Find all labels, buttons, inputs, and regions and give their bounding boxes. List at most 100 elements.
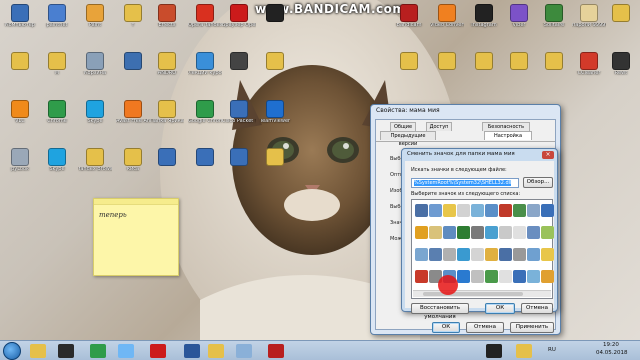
- desktop-icon[interactable]: [392, 52, 426, 90]
- restore-defaults-button[interactable]: Восстановить умолчания: [411, 303, 469, 320]
- icon-choice[interactable]: [457, 226, 470, 239]
- icon-choice[interactable]: [499, 270, 512, 283]
- desktop-icon[interactable]: [150, 148, 184, 186]
- desktop-icon[interactable]: [3, 52, 37, 90]
- icon-choice[interactable]: [471, 248, 484, 261]
- icon-choice[interactable]: [541, 270, 554, 283]
- tab-general[interactable]: Общие: [390, 122, 416, 131]
- desktop-icon[interactable]: Корзина: [78, 52, 112, 90]
- icon-choice[interactable]: [499, 204, 512, 217]
- desktop-icon[interactable]: [188, 148, 222, 186]
- desktop-icon[interactable]: Avast Free Antivirus: [116, 100, 150, 138]
- icon-choice[interactable]: [527, 248, 540, 261]
- desktop-icon[interactable]: CCleaner: [572, 52, 606, 90]
- desktop-icon[interactable]: TeamViewer: [258, 100, 292, 138]
- tab-security[interactable]: Безопасность: [482, 122, 530, 131]
- icon-choice[interactable]: [429, 226, 442, 239]
- icon-choice[interactable]: [485, 204, 498, 217]
- desktop-icon[interactable]: Chrome: [40, 100, 74, 138]
- icon-choice[interactable]: [527, 270, 540, 283]
- desktop-icon[interactable]: Папка Ярика: [150, 100, 184, 138]
- dialog-cancel-button[interactable]: Отмена: [521, 303, 553, 314]
- icon-choice[interactable]: [471, 270, 484, 283]
- icon-choice[interactable]: [485, 226, 498, 239]
- tray-time[interactable]: 19:20: [603, 342, 619, 348]
- icon-file-input[interactable]: %SystemRoot%\System32\SHELL32.dll: [411, 178, 519, 188]
- desktop-icon[interactable]: Instagram: [467, 4, 501, 42]
- taskbar-bandicam-icon[interactable]: [268, 344, 284, 358]
- sticky-note-text[interactable]: теперь: [94, 205, 178, 225]
- icon-choice[interactable]: [415, 248, 428, 261]
- tab-customize[interactable]: Настройка: [484, 131, 532, 140]
- desktop-icon[interactable]: pyLook: [3, 148, 37, 186]
- icon-list[interactable]: [411, 199, 554, 299]
- icon-choice[interactable]: [429, 204, 442, 217]
- desktop-icon[interactable]: [116, 52, 150, 90]
- desktop-icon[interactable]: VLC: [3, 100, 37, 138]
- icon-choice[interactable]: [457, 248, 470, 261]
- desktop-icon[interactable]: Solitaire: [537, 4, 571, 42]
- icon-choice[interactable]: [541, 204, 554, 217]
- desktop-icon[interactable]: Paint: [78, 4, 112, 42]
- desktop-icon[interactable]: [604, 4, 638, 42]
- start-button[interactable]: [3, 342, 21, 360]
- desktop-icon[interactable]: Cisco Packet Tracer: [222, 100, 256, 138]
- icon-choice[interactable]: [499, 226, 512, 239]
- taskbar-word-icon[interactable]: [184, 344, 200, 358]
- change-icon-dialog[interactable]: Сменить значок для папки мама мия × Иска…: [401, 148, 558, 320]
- desktop-icon[interactable]: [222, 52, 256, 90]
- desktop-icon[interactable]: Rewt: [604, 52, 638, 90]
- taskbar-cmd-icon[interactable]: [486, 344, 502, 358]
- icon-choice[interactable]: [541, 248, 554, 261]
- desktop-icon[interactable]: Skype: [78, 100, 112, 138]
- icon-choice[interactable]: [415, 204, 428, 217]
- icon-choice[interactable]: [415, 270, 428, 283]
- icon-choice[interactable]: [527, 226, 540, 239]
- desktop-icon[interactable]: т: [116, 4, 150, 42]
- icon-choice[interactable]: [499, 248, 512, 261]
- desktop-icon[interactable]: Video Converter: [430, 4, 464, 42]
- properties-ok-button[interactable]: ОК: [432, 322, 460, 333]
- desktop-icon[interactable]: Google Chrome: [188, 100, 222, 138]
- desktop-icon[interactable]: Viber: [502, 4, 536, 42]
- desktop-icon[interactable]: Лекции курсорной: [188, 52, 222, 90]
- icon-choice[interactable]: [471, 226, 484, 239]
- properties-cancel-button[interactable]: Отмена: [466, 322, 504, 333]
- dialog-ok-button[interactable]: ОК: [485, 303, 515, 314]
- icon-choice[interactable]: [457, 204, 470, 217]
- desktop-icon[interactable]: [258, 4, 292, 42]
- desktop-icon[interactable]: Effects: [150, 4, 184, 42]
- desktop-icon[interactable]: [467, 52, 501, 90]
- desktop-icon[interactable]: [502, 52, 536, 90]
- desktop-icon[interactable]: [258, 148, 292, 186]
- taskbar-windows-icon[interactable]: [118, 344, 134, 358]
- desktop-icon[interactable]: paintnet: [40, 4, 74, 42]
- desktop-icon[interactable]: пароли 99999: [572, 4, 606, 42]
- desktop-icon[interactable]: [222, 148, 256, 186]
- taskbar-explorer-icon[interactable]: [30, 344, 46, 358]
- horizontal-scrollbar[interactable]: [413, 290, 551, 297]
- desktop-icon[interactable]: [258, 52, 292, 90]
- properties-apply-button[interactable]: Применить: [510, 322, 554, 333]
- icon-choice[interactable]: [527, 204, 540, 217]
- icon-choice[interactable]: [513, 248, 526, 261]
- close-icon[interactable]: ×: [542, 151, 554, 159]
- icon-choice[interactable]: [457, 270, 470, 283]
- taskbar-folder-icon[interactable]: [516, 344, 532, 358]
- desktop-icon[interactable]: Компьютер: [3, 4, 37, 42]
- desktop-icon[interactable]: Skype: [40, 148, 74, 186]
- desktop-icon[interactable]: Браузер Opera: [222, 4, 256, 42]
- icon-choice[interactable]: [443, 204, 456, 217]
- taskbar-control-icon[interactable]: [236, 344, 252, 358]
- icon-choice[interactable]: [513, 270, 526, 283]
- desktop-icon[interactable]: Bandicam: [392, 4, 426, 42]
- desktop-icon[interactable]: [430, 52, 464, 90]
- desktop-icon[interactable]: [537, 52, 571, 90]
- sticky-note[interactable]: теперь: [93, 198, 179, 276]
- desktop-icon[interactable]: ANDRO: [150, 52, 184, 90]
- icon-choice[interactable]: [471, 204, 484, 217]
- tray-date[interactable]: 04.05.2018: [596, 350, 628, 356]
- taskbar-opera-icon[interactable]: [150, 344, 166, 358]
- icon-choice[interactable]: [513, 204, 526, 217]
- taskbar-media-icon[interactable]: [58, 344, 74, 358]
